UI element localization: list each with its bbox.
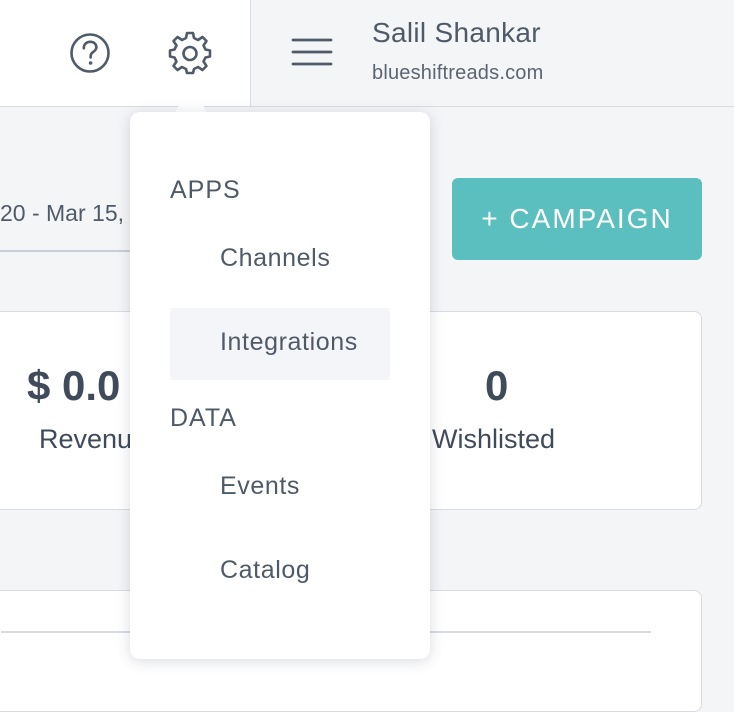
user-domain: blueshiftreads.com (372, 62, 544, 84)
section-title-data: DATA (170, 404, 237, 432)
settings-dropdown: APPS Channels Integrations DATA Events C… (130, 112, 430, 659)
menu-item-label: Catalog (220, 556, 311, 584)
menu-item-label: Events (220, 472, 301, 500)
revenue-value: $ 0.0 (27, 362, 121, 409)
wishlisted-label: Wishlisted (432, 424, 556, 454)
dropdown-caret (175, 81, 207, 113)
menu-item-events[interactable]: Events (170, 452, 390, 524)
top-bar: Salil Shankar blueshiftreads.com (0, 0, 734, 107)
menu-item-label: Channels (220, 244, 331, 272)
menu-item-channels[interactable]: Channels (170, 224, 390, 296)
menu-item-label: Integrations (220, 328, 358, 356)
question-circle-icon[interactable] (68, 31, 112, 75)
user-name: Salil Shankar (372, 17, 541, 48)
menu-item-catalog[interactable]: Catalog (170, 536, 390, 608)
date-range-underline (0, 250, 150, 252)
hamburger-menu-icon[interactable] (290, 34, 334, 70)
add-campaign-button[interactable]: + CAMPAIGN (452, 178, 702, 260)
section-title-apps: APPS (170, 176, 241, 204)
menu-item-integrations[interactable]: Integrations (170, 308, 390, 380)
date-range-picker[interactable]: 20 - Mar 15, (0, 200, 124, 227)
revenue-label: Revenu (39, 424, 133, 454)
wishlisted-value: 0 (485, 362, 509, 409)
gear-icon[interactable] (167, 29, 213, 75)
